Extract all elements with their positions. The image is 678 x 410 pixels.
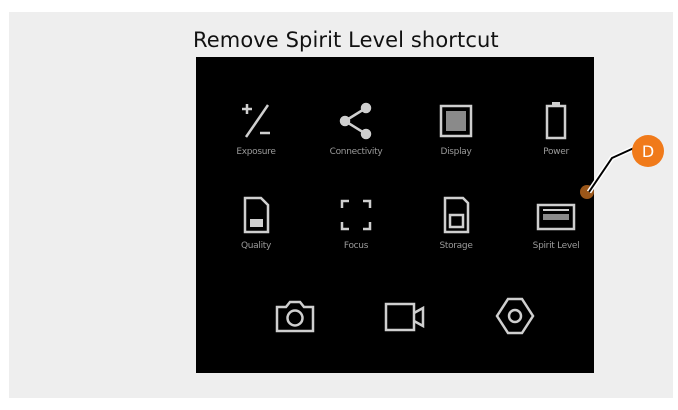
callout-badge: D [632,135,664,167]
callout-line [586,145,636,194]
